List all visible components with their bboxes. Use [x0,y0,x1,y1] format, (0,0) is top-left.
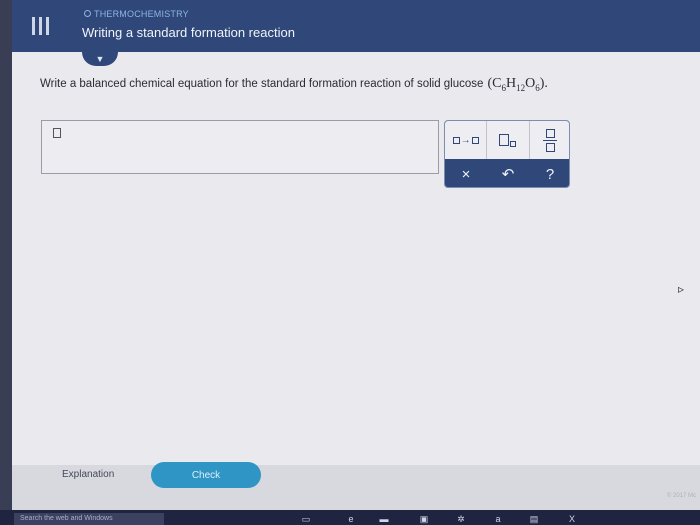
excel-icon[interactable]: X [566,513,578,525]
file-explorer-icon[interactable]: ▬ [378,513,390,525]
task-view-icon[interactable]: ▭ [300,513,312,525]
chevron-down-icon: ▼ [95,53,105,64]
screen-bezel [0,0,12,525]
reaction-arrow-template-icon[interactable]: → [445,121,488,159]
glucose-formula: (C6H12O6). [487,76,548,93]
copyright-text: © 2017 Mc [666,493,696,499]
store-icon[interactable]: ▣ [418,513,430,525]
app-icon[interactable]: ✲ [455,513,467,525]
help-button[interactable]: ? [529,159,569,187]
taskbar-search[interactable]: Search the web and Windows [14,513,164,525]
breadcrumb-label: THERMOCHEMISTRY [94,9,189,19]
question-text: Write a balanced chemical equation for t… [40,78,484,90]
question-prompt: Write a balanced chemical equation for t… [40,76,680,93]
input-placeholder-box [53,128,61,138]
template-row: → [445,121,569,159]
undo-button[interactable]: ↶ [487,159,529,187]
collapse-tab[interactable]: ▼ [82,52,118,66]
explanation-button[interactable]: Explanation [62,469,114,480]
hamburger-menu-icon[interactable] [26,12,54,40]
amazon-icon[interactable]: a [492,513,504,525]
breadcrumb[interactable]: THERMOCHEMISTRY [84,9,189,19]
os-taskbar: Search the web and Windows ▭ e ▬ ▣ ✲ a ▤… [0,510,700,525]
fraction-template-icon[interactable] [530,121,569,159]
mouse-cursor-icon: ▹ [678,282,685,296]
page-title: Writing a standard formation reaction [82,25,295,40]
circle-outline-icon [84,10,91,17]
clear-button[interactable]: × [445,159,487,187]
footer-bar: Explanation Check © 2017 Mc [12,462,700,510]
main-content: ▼ Write a balanced chemical equation for… [12,52,700,465]
check-button[interactable]: Check [151,462,261,488]
answer-input[interactable] [41,120,439,174]
top-header: THERMOCHEMISTRY Writing a standard forma… [12,0,700,52]
action-row: × ↶ ? [445,159,569,187]
subscript-template-icon[interactable] [487,121,530,159]
equation-toolbar: → × ↶ ? [444,120,570,188]
photos-icon[interactable]: ▤ [528,513,540,525]
edge-browser-icon[interactable]: e [345,513,357,525]
